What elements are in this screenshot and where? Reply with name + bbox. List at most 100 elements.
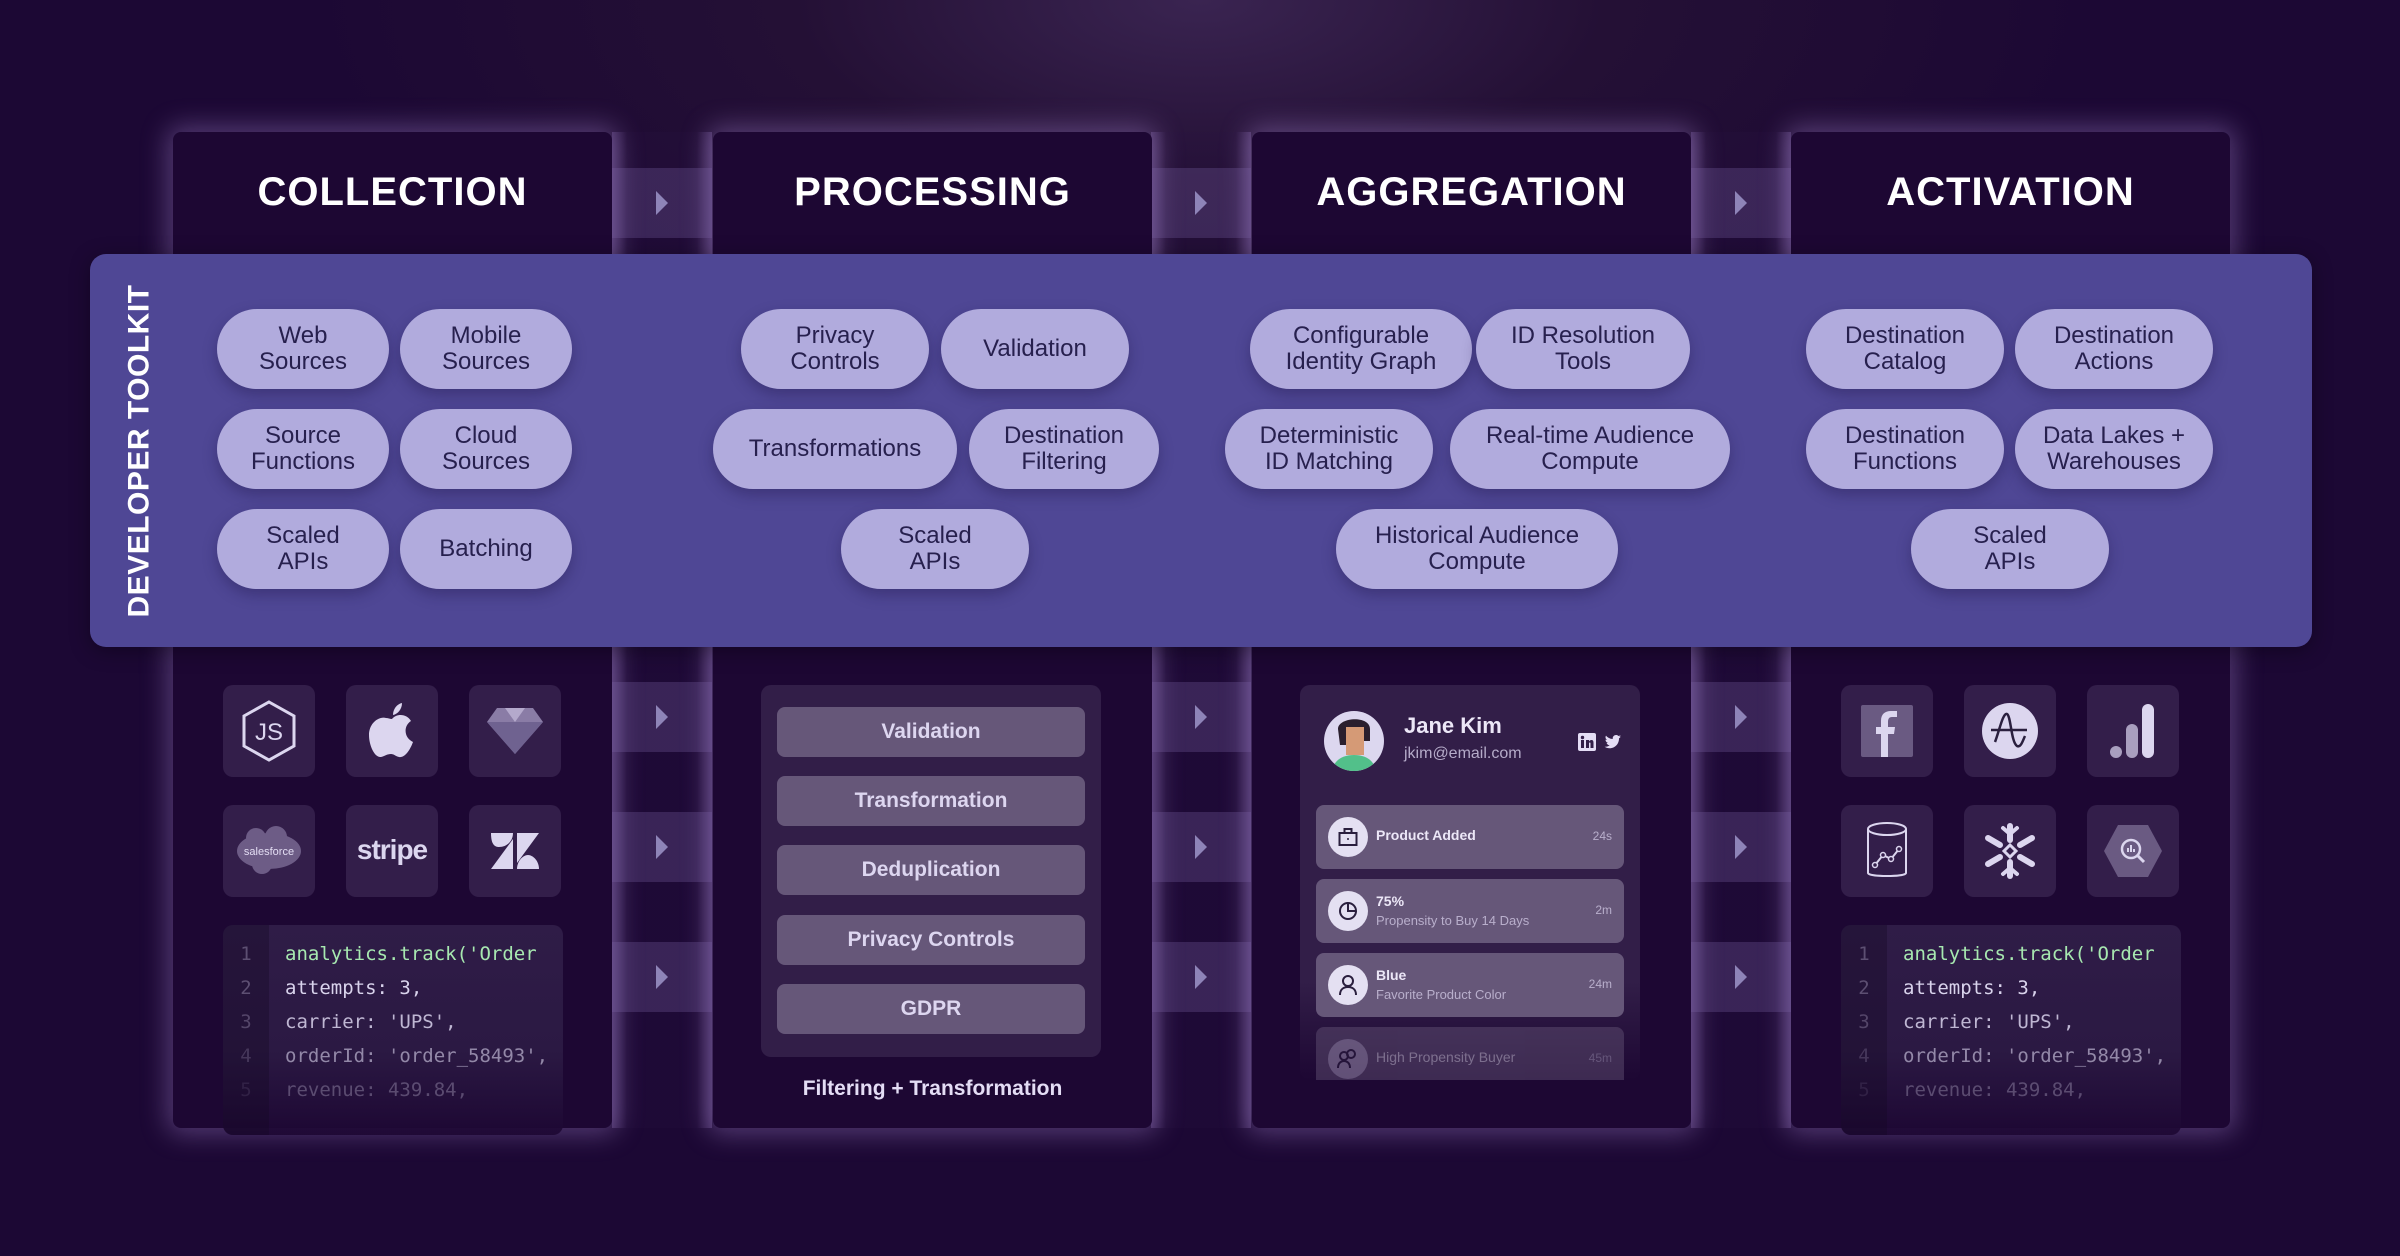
- code-line: 4 orderId: 'order_58493',: [1841, 1039, 2166, 1073]
- event-item[interactable]: 75% Propensity to Buy 14 Days 2m: [1316, 879, 1624, 943]
- integration-tile[interactable]: salesforce: [223, 805, 315, 897]
- code-text: revenue: 439.84,: [1903, 1079, 2087, 1101]
- line-number: 1: [240, 943, 252, 965]
- feature-pill[interactable]: Source Functions: [217, 409, 389, 489]
- feature-pill[interactable]: Validation: [941, 309, 1129, 389]
- feature-pill[interactable]: Destination Functions: [1806, 409, 2004, 489]
- flow-arrow: [1691, 942, 1791, 1012]
- stripe-icon: stripe: [357, 834, 429, 865]
- code-line: 1 analytics.track('Order: [1841, 937, 2155, 971]
- flow-arrow: [1151, 812, 1251, 882]
- line-number: 2: [240, 977, 252, 999]
- integration-tile[interactable]: JS: [223, 685, 315, 777]
- line-number: 5: [1858, 1079, 1870, 1101]
- code-snippet: 1 analytics.track('Order 2 attempts: 3, 3 c…: [223, 925, 563, 1135]
- twitter-icon[interactable]: [1604, 733, 1622, 751]
- pipeline-step: GDPR: [777, 984, 1085, 1034]
- event-item[interactable]: Blue Favorite Product Color 24m: [1316, 953, 1624, 1017]
- feature-pill[interactable]: Deterministic ID Matching: [1225, 409, 1433, 489]
- line-number: 5: [240, 1079, 252, 1101]
- line-number: 2: [1858, 977, 1870, 999]
- flow-arrow: [1691, 682, 1791, 752]
- event-subtitle: Favorite Product Color: [1376, 987, 1507, 1002]
- feature-pill[interactable]: Historical Audience Compute: [1336, 509, 1618, 589]
- feature-pill[interactable]: Destination Catalog: [1806, 309, 2004, 389]
- feature-pill[interactable]: Destination Filtering: [969, 409, 1159, 489]
- arrow-right-icon: [1735, 705, 1747, 729]
- user-icon: [1328, 965, 1368, 1005]
- integration-tile[interactable]: [2087, 685, 2179, 777]
- feature-pill[interactable]: Cloud Sources: [400, 409, 572, 489]
- integration-tile[interactable]: [1841, 805, 1933, 897]
- flow-arrow: [1151, 682, 1251, 752]
- line-number: 4: [1858, 1045, 1870, 1067]
- person-avatar-icon: [1332, 719, 1376, 771]
- pipeline-step: Deduplication: [777, 845, 1085, 895]
- flow-arrow: [1151, 168, 1251, 238]
- bigquery-icon: [2104, 825, 2162, 877]
- line-number: 3: [240, 1011, 252, 1033]
- event-time: 2m: [1595, 903, 1612, 917]
- flow-arrow: [612, 168, 712, 238]
- feature-pill[interactable]: Scaled APIs: [841, 509, 1029, 589]
- pipeline-step: Privacy Controls: [777, 915, 1085, 965]
- line-number: 4: [240, 1045, 252, 1067]
- code-text: carrier: 'UPS',: [285, 1011, 457, 1033]
- feature-pill[interactable]: Transformations: [713, 409, 957, 489]
- feature-pill[interactable]: Mobile Sources: [400, 309, 572, 389]
- code-line: 4 orderId: 'order_58493',: [223, 1039, 548, 1073]
- linkedin-icon[interactable]: [1578, 733, 1596, 751]
- svg-text:stripe: stripe: [357, 834, 428, 865]
- code-line: 3 carrier: 'UPS',: [223, 1005, 457, 1039]
- arrow-right-icon: [656, 965, 668, 989]
- feature-pill[interactable]: Configurable Identity Graph: [1250, 309, 1472, 389]
- pie-chart-icon: [1328, 891, 1368, 931]
- feature-pill[interactable]: Scaled APIs: [1911, 509, 2109, 589]
- feature-pill[interactable]: Data Lakes + Warehouses: [2015, 409, 2213, 489]
- feature-pill[interactable]: Privacy Controls: [741, 309, 929, 389]
- feature-pill[interactable]: ID Resolution Tools: [1476, 309, 1690, 389]
- pipeline-caption: Filtering + Transformation: [802, 1077, 1063, 1100]
- arrow-right-icon: [1735, 191, 1747, 215]
- nodejs-icon: JS: [242, 700, 296, 762]
- users-icon: [1328, 1039, 1368, 1079]
- briefcase-icon: [1328, 817, 1368, 857]
- integration-tile[interactable]: [1841, 685, 1933, 777]
- integration-tile[interactable]: [469, 805, 561, 897]
- feature-pill[interactable]: Destination Actions: [2015, 309, 2213, 389]
- code-snippet: 1 analytics.track('Order 2 attempts: 3, 3 c…: [1841, 925, 2181, 1135]
- event-title: 75%: [1376, 893, 1405, 909]
- integration-tile[interactable]: [1964, 805, 2056, 897]
- code-line: 5 revenue: 439.84,: [223, 1073, 468, 1107]
- zendesk-icon: [491, 833, 539, 869]
- google-analytics-icon: [2110, 704, 2154, 758]
- pipeline-step: Validation: [777, 707, 1085, 757]
- event-time: 24s: [1592, 829, 1612, 843]
- code-text: attempts: 3,: [1903, 977, 2041, 999]
- integration-tile[interactable]: [1964, 685, 2056, 777]
- flow-arrow: [612, 812, 712, 882]
- event-time: 24m: [1588, 977, 1612, 991]
- feature-pill[interactable]: Real-time Audience Compute: [1450, 409, 1730, 489]
- feature-pill[interactable]: Web Sources: [217, 309, 389, 389]
- code-line: 2 attempts: 3,: [1841, 971, 2040, 1005]
- salesforce-icon: salesforce: [237, 826, 301, 874]
- processing-pipeline: Validation Transformation Deduplication …: [761, 685, 1101, 1057]
- integration-tile[interactable]: [2087, 805, 2179, 897]
- integration-tile[interactable]: stripe: [346, 805, 438, 897]
- code-text: analytics.track('Order: [1903, 943, 2155, 965]
- event-item[interactable]: Product Added 24s: [1316, 805, 1624, 869]
- arrow-right-icon: [1195, 191, 1207, 215]
- integration-tile[interactable]: [346, 685, 438, 777]
- event-item[interactable]: High Propensity Buyer 45m: [1316, 1027, 1624, 1080]
- user-profile-card: Jane Kim jkim@email.com Product Added 24…: [1300, 685, 1640, 1080]
- code-text: orderId: 'order_58493',: [1903, 1045, 2167, 1067]
- feature-pill[interactable]: Scaled APIs: [217, 509, 389, 589]
- event-title: Product Added: [1376, 827, 1476, 843]
- amplitude-icon: [1982, 703, 2038, 759]
- integration-tile[interactable]: [469, 685, 561, 777]
- column-title: AGGREGATION: [1316, 169, 1627, 214]
- event-subtitle: Propensity to Buy 14 Days: [1376, 913, 1530, 928]
- feature-pill[interactable]: Batching: [400, 509, 572, 589]
- svg-text:JS: JS: [255, 719, 283, 746]
